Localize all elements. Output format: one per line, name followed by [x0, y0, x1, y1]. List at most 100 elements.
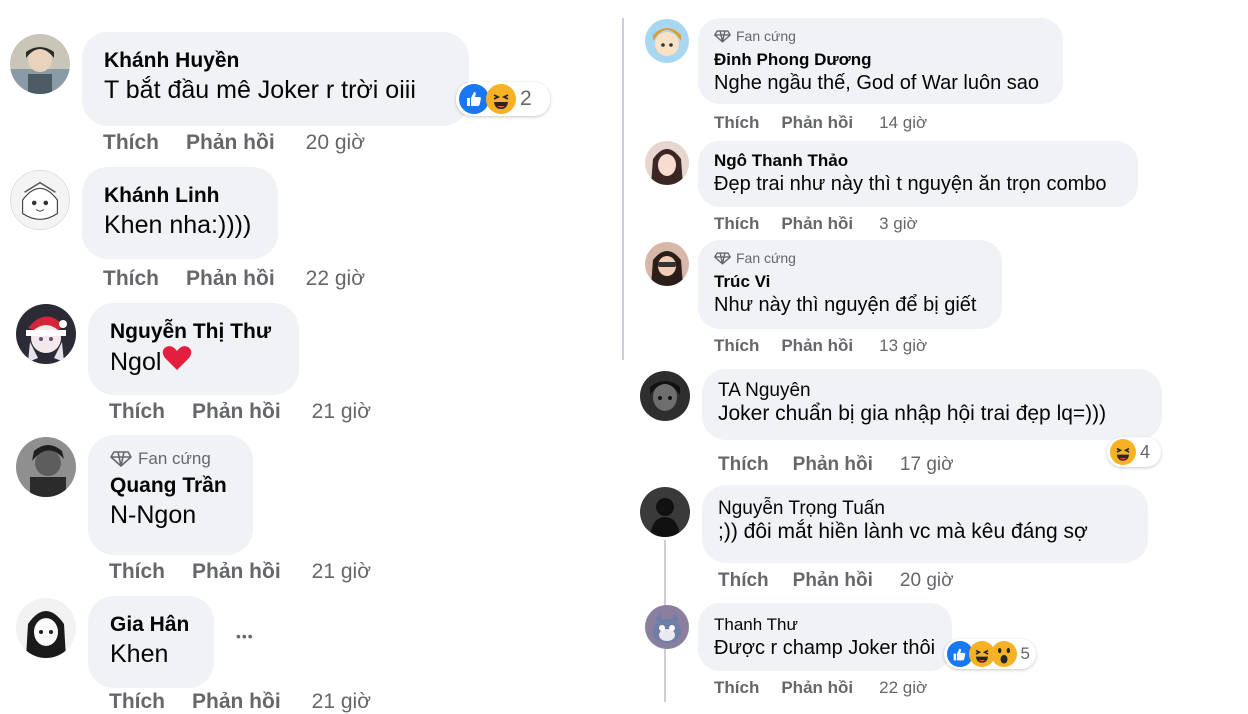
avatar[interactable]: [16, 598, 76, 658]
comment-bubble: Ngô Thanh Thảo Đẹp trai như này thì t ng…: [698, 141, 1138, 207]
comment-bubble: Nguyễn Thị Thư Ngol: [88, 303, 299, 395]
comment-bubble: Fan cứng Trúc Vi Như này thì nguyện để b…: [698, 240, 1002, 329]
commenter-name[interactable]: Trúc Vi: [714, 271, 986, 292]
reaction-count: 2: [520, 87, 532, 110]
reply-button[interactable]: Phản hồi: [192, 400, 281, 424]
reply-button[interactable]: Phản hồi: [781, 214, 853, 234]
comment-text: Được r champ Joker thôi: [714, 637, 936, 659]
comment-actions: Thích Phản hồi 21 giờ: [109, 400, 371, 424]
reaction-summary[interactable]: 2: [456, 82, 550, 116]
like-button[interactable]: Thích: [714, 678, 759, 698]
comment-text: ;)) đôi mắt hiền lành vc mà kêu đáng sợ: [718, 520, 1088, 543]
reaction-count: 4: [1140, 441, 1151, 462]
fan-badge-label: Fan cứng: [138, 449, 211, 468]
comment-time[interactable]: 21 giờ: [312, 560, 371, 584]
commenter-name[interactable]: Đinh Phong Dương: [714, 49, 1047, 70]
avatar[interactable]: [10, 170, 70, 230]
reaction-count: 5: [1020, 644, 1030, 663]
comment-bubble: Thanh Thư Được r champ Joker thôi: [698, 603, 952, 671]
comment-actions: Thích Phản hồi 22 giờ: [103, 267, 365, 291]
commenter-name[interactable]: Nguyễn Trọng Tuấn: [718, 498, 1132, 519]
reply-button[interactable]: Phản hồi: [186, 267, 275, 291]
like-reaction-icon: [459, 84, 489, 114]
comment-bubble: Fan cứng Đinh Phong Dương Nghe ngầu thế,…: [698, 18, 1063, 104]
comment-actions: Thích Phản hồi 22 giờ: [714, 678, 927, 698]
comment-text: T bắt đầu mê Joker r trời oiii: [104, 76, 416, 104]
comment-actions: Thích Phản hồi 20 giờ: [103, 131, 365, 155]
comment-time[interactable]: 13 giờ: [879, 336, 927, 356]
avatar[interactable]: [645, 605, 689, 649]
fan-badge-label: Fan cứng: [736, 28, 796, 44]
like-button[interactable]: Thích: [103, 131, 159, 155]
like-button[interactable]: Thích: [714, 336, 759, 356]
comment-time[interactable]: 22 giờ: [879, 678, 927, 698]
reaction-summary[interactable]: 5: [944, 639, 1036, 669]
more-options-button[interactable]: •••: [236, 628, 254, 644]
comment-time[interactable]: 3 giờ: [879, 214, 918, 234]
comment-actions: Thích Phản hồi 21 giờ: [109, 560, 371, 584]
avatar[interactable]: [16, 437, 76, 497]
comment-time[interactable]: 14 giờ: [879, 113, 927, 133]
wow-reaction-icon: [990, 641, 1017, 667]
avatar[interactable]: [640, 487, 690, 537]
avatar[interactable]: [645, 141, 689, 185]
reply-button[interactable]: Phản hồi: [781, 113, 853, 133]
fan-badge: Fan cứng: [110, 449, 231, 469]
commenter-name[interactable]: Nguyễn Thị Thư: [110, 319, 277, 345]
comment-text: Đẹp trai như này thì t nguyện ăn trọn co…: [714, 173, 1107, 195]
commenter-name[interactable]: Thanh Thư: [714, 614, 936, 635]
comment-actions: Thích Phản hồi 21 giờ: [109, 690, 371, 714]
fan-badge-label: Fan cứng: [736, 250, 796, 266]
reply-button[interactable]: Phản hồi: [192, 690, 281, 714]
comment-text: Như này thì nguyện để bị giết: [714, 294, 977, 316]
reply-button[interactable]: Phản hồi: [192, 560, 281, 584]
like-button[interactable]: Thích: [718, 454, 769, 476]
commenter-name[interactable]: Ngô Thanh Thảo: [714, 150, 1122, 171]
haha-reaction-icon: [486, 84, 516, 114]
like-button[interactable]: Thích: [109, 560, 165, 584]
comment-bubble: Nguyễn Trọng Tuấn ;)) đôi mắt hiền lành …: [702, 485, 1148, 563]
like-button[interactable]: Thích: [109, 690, 165, 714]
comment-actions: Thích Phản hồi 20 giờ: [718, 570, 954, 592]
comment-time[interactable]: 22 giờ: [306, 267, 365, 291]
comment-text: Khen nha:)))): [104, 211, 252, 239]
comment-text: Khen: [110, 640, 169, 668]
reply-button[interactable]: Phản hồi: [781, 678, 853, 698]
commenter-name[interactable]: Khánh Linh: [104, 183, 256, 209]
comment-time[interactable]: 20 giờ: [900, 570, 954, 592]
avatar[interactable]: [10, 34, 70, 94]
comment-time[interactable]: 21 giờ: [312, 690, 371, 714]
comment-actions: Thích Phản hồi 14 giờ: [714, 113, 927, 133]
avatar[interactable]: [645, 242, 689, 286]
heart-emoji-icon: [162, 345, 192, 379]
comment-time[interactable]: 17 giờ: [900, 454, 954, 476]
like-button[interactable]: Thích: [109, 400, 165, 424]
avatar[interactable]: [640, 371, 690, 421]
avatar[interactable]: [16, 304, 76, 364]
comment-actions: Thích Phản hồi 17 giờ: [718, 454, 954, 476]
comment-bubble: TA Nguyên Joker chuẩn bị gia nhập hội tr…: [702, 369, 1162, 440]
reply-button[interactable]: Phản hồi: [793, 570, 873, 592]
reply-button[interactable]: Phản hồi: [781, 336, 853, 356]
diamond-icon: [110, 451, 132, 467]
comment-actions: Thích Phản hồi 3 giờ: [714, 214, 918, 234]
reaction-summary[interactable]: 4: [1107, 437, 1161, 467]
commenter-name[interactable]: Gia Hân: [110, 612, 192, 638]
like-button[interactable]: Thích: [103, 267, 159, 291]
comment-text: Nghe ngầu thế, God of War luôn sao: [714, 72, 1040, 94]
comment-text: Joker chuẩn bị gia nhập hội trai đẹp lq=…: [718, 402, 1107, 425]
reply-button[interactable]: Phản hồi: [793, 454, 873, 476]
commenter-name[interactable]: TA Nguyên: [718, 380, 1146, 401]
comment-time[interactable]: 21 giờ: [312, 400, 371, 424]
avatar[interactable]: [645, 19, 689, 63]
fan-badge: Fan cứng: [714, 28, 1047, 45]
reply-button[interactable]: Phản hồi: [186, 131, 275, 155]
like-button[interactable]: Thích: [718, 570, 769, 592]
commenter-name[interactable]: Quang Trần: [110, 473, 231, 499]
like-button[interactable]: Thích: [714, 214, 759, 234]
comment-time[interactable]: 20 giờ: [306, 131, 365, 155]
comment-actions: Thích Phản hồi 13 giờ: [714, 336, 927, 356]
thread-line: [622, 18, 624, 360]
like-button[interactable]: Thích: [714, 113, 759, 133]
commenter-name[interactable]: Khánh Huyền: [104, 48, 447, 74]
